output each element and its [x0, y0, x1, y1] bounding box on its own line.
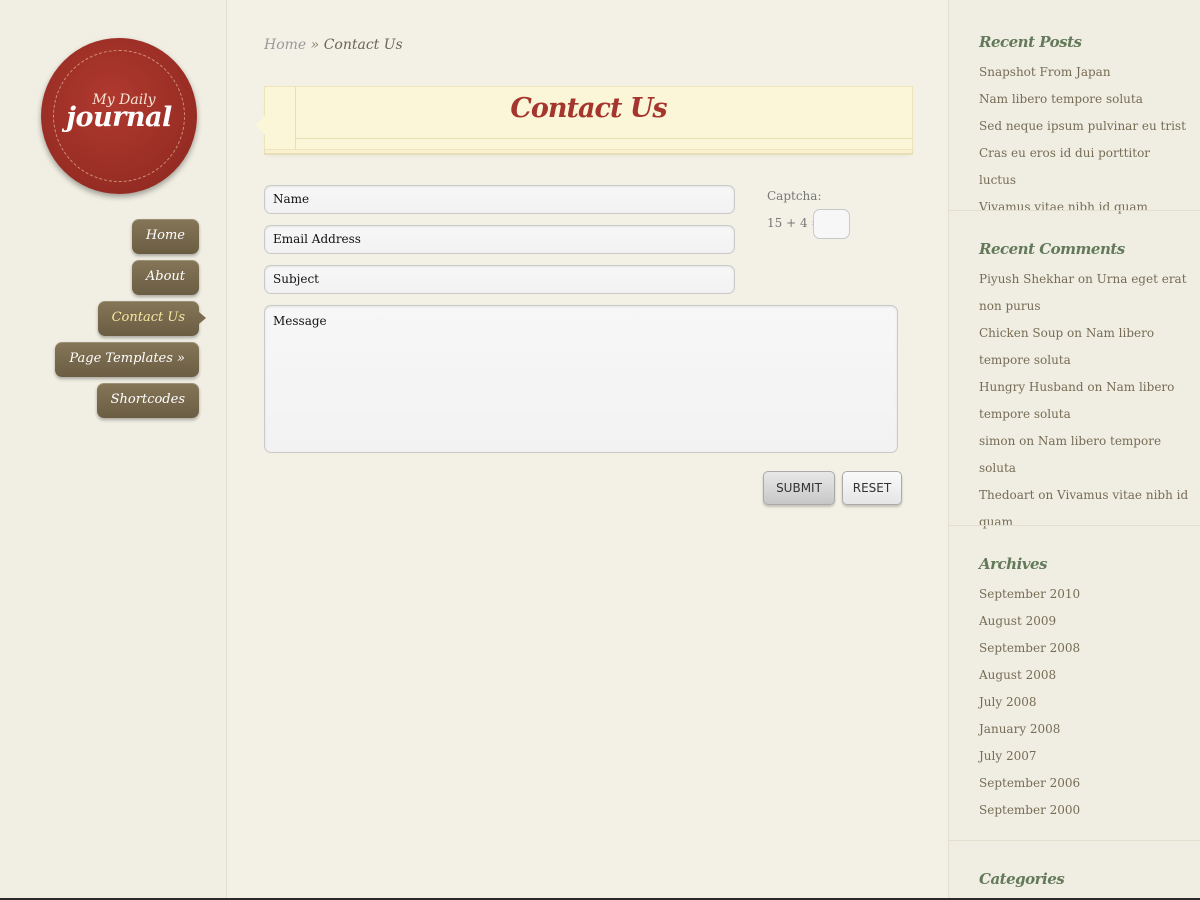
archive-link[interactable]: July 2008	[979, 689, 1189, 716]
site-logo[interactable]: My Daily journal	[41, 38, 197, 194]
archive-link[interactable]: September 2010	[979, 581, 1189, 608]
nav-item-page-templates[interactable]: Page Templates »	[55, 342, 199, 377]
recent-comments-list: Piyush Shekhar on Urna eget erat non pur…	[979, 266, 1189, 536]
submit-button[interactable]: SUBMIT	[763, 471, 835, 505]
archive-link[interactable]: January 2008	[979, 716, 1189, 743]
categories-title: Categories	[979, 870, 1065, 888]
banner-fold	[256, 115, 265, 135]
recent-posts-list: Snapshot From Japan Nam libero tempore s…	[979, 59, 1189, 221]
recent-post-link[interactable]: Nam libero tempore soluta	[979, 86, 1189, 113]
archive-link[interactable]: August 2008	[979, 662, 1189, 689]
recent-posts-widget: Recent Posts Snapshot From Japan Nam lib…	[979, 33, 1189, 221]
logo-text-line2: journal	[66, 102, 172, 133]
recent-comment-item[interactable]: Chicken Soup on Nam libero tempore solut…	[979, 320, 1189, 374]
captcha-input[interactable]	[813, 209, 850, 239]
archive-link[interactable]: July 2007	[979, 743, 1189, 770]
recent-comments-widget: Recent Comments Piyush Shekhar on Urna e…	[979, 240, 1189, 536]
page-title-banner: Contact Us	[256, 86, 913, 150]
archives-list: September 2010 August 2009 September 200…	[979, 581, 1189, 824]
nav-item-home[interactable]: Home	[131, 219, 199, 254]
sidebar-divider	[949, 210, 1200, 211]
right-sidebar: Recent Posts Snapshot From Japan Nam lib…	[948, 0, 1200, 900]
captcha-label: Captcha:	[767, 189, 822, 203]
email-field[interactable]: Email Address	[264, 225, 735, 254]
left-column: My Daily journal Home About Contact Us P…	[0, 0, 227, 900]
nav-item-shortcodes[interactable]: Shortcodes	[96, 383, 199, 418]
recent-comment-item[interactable]: Hungry Husband on Nam libero tempore sol…	[979, 374, 1189, 428]
archives-widget: Archives September 2010 August 2009 Sept…	[979, 555, 1189, 824]
breadcrumb-separator: »	[310, 37, 320, 53]
archive-link[interactable]: September 2008	[979, 635, 1189, 662]
archive-link[interactable]: September 2006	[979, 770, 1189, 797]
recent-comments-title: Recent Comments	[979, 240, 1125, 258]
recent-post-link[interactable]: Vivamus vitae nibh id quam	[979, 194, 1189, 221]
categories-widget: Categories	[979, 870, 1189, 896]
sidebar-divider	[949, 525, 1200, 526]
reset-button[interactable]: RESET	[842, 471, 902, 505]
breadcrumb: Home » Contact Us	[264, 37, 403, 53]
subject-field[interactable]: Subject	[264, 265, 735, 294]
recent-comment-item[interactable]: Piyush Shekhar on Urna eget erat non pur…	[979, 266, 1189, 320]
recent-post-link[interactable]: Cras eu eros id dui porttitor luctus	[979, 140, 1189, 194]
banner-horizontal-rule	[295, 138, 912, 139]
recent-comment-item[interactable]: Thedoart on Vivamus vitae nibh id quam	[979, 482, 1189, 536]
message-textarea[interactable]: Message	[264, 305, 898, 453]
breadcrumb-home-link[interactable]: Home	[264, 37, 306, 53]
archives-title: Archives	[979, 555, 1047, 573]
breadcrumb-current: Contact Us	[323, 37, 403, 53]
page-title: Contact Us	[510, 93, 667, 124]
archive-link[interactable]: September 2000	[979, 797, 1189, 824]
nav-item-contact-us[interactable]: Contact Us	[97, 301, 207, 336]
sidebar-divider	[949, 840, 1200, 841]
archive-link[interactable]: August 2009	[979, 608, 1189, 635]
name-field[interactable]: Name	[264, 185, 735, 214]
recent-comment-item[interactable]: simon on Nam libero tempore soluta	[979, 428, 1189, 482]
recent-post-link[interactable]: Snapshot From Japan	[979, 59, 1189, 86]
nav-item-about[interactable]: About	[131, 260, 199, 295]
recent-post-link[interactable]: Sed neque ipsum pulvinar eu trist	[979, 113, 1189, 140]
recent-posts-title: Recent Posts	[979, 33, 1082, 51]
